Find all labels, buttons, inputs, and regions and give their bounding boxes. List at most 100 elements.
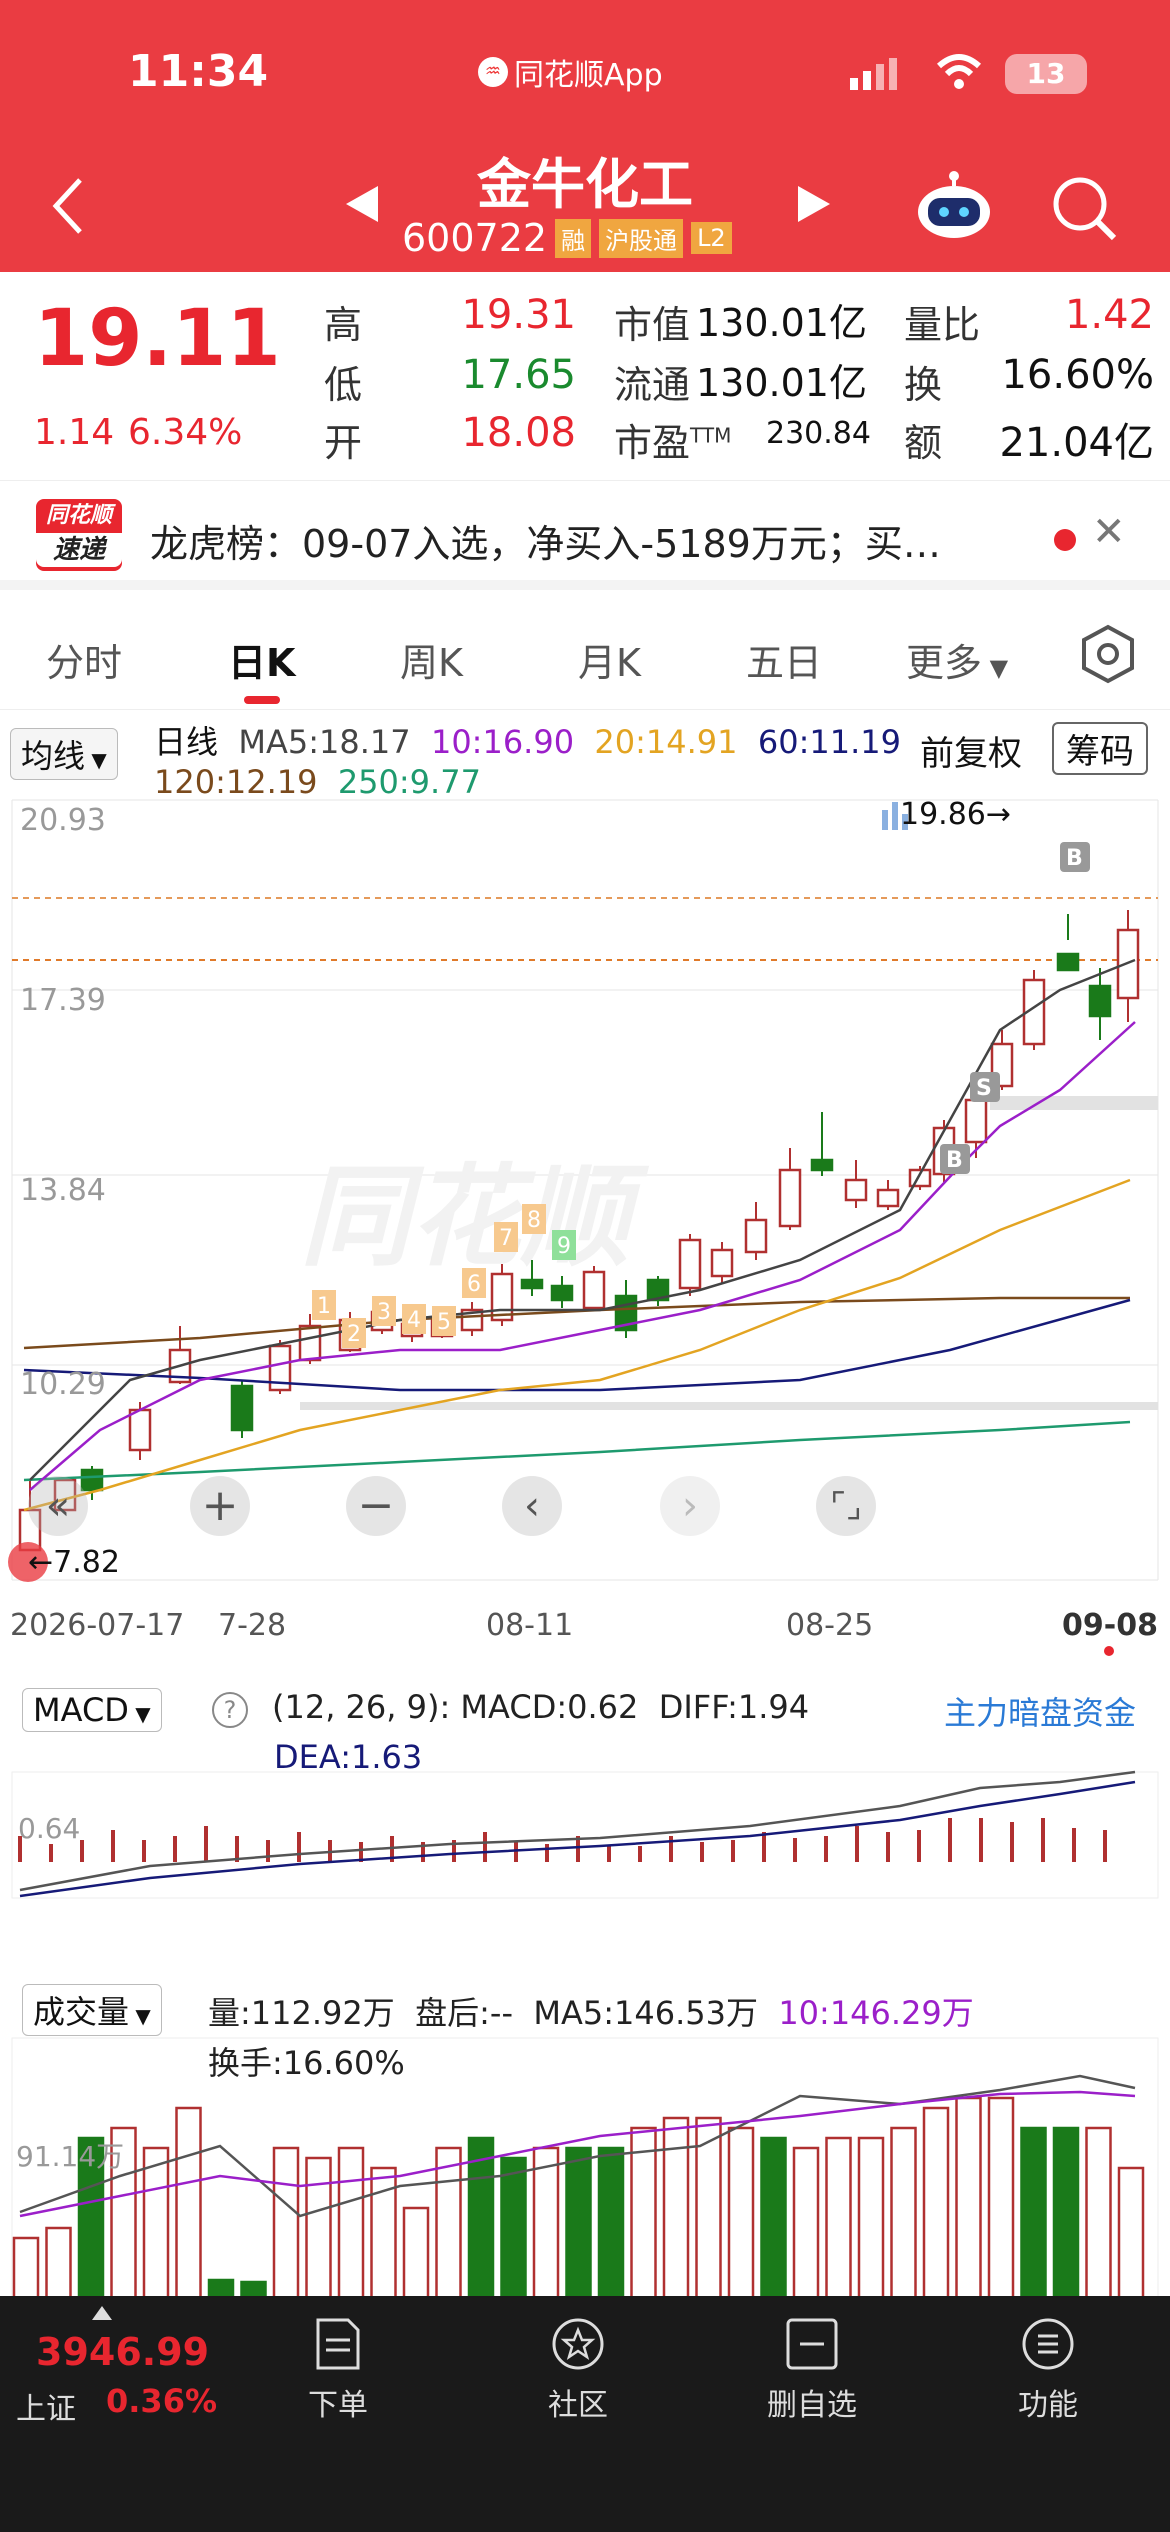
tab-indicator <box>244 696 280 704</box>
tab-monthly[interactable]: 月K <box>578 632 641 687</box>
pan-left-icon[interactable]: ‹ <box>502 1476 562 1536</box>
turn-value: 16.60% <box>1001 352 1154 398</box>
volume-bar <box>435 2146 462 2300</box>
pe-value: 230.84 <box>766 416 871 451</box>
candle <box>778 1168 802 1228</box>
date-label-4: 08-25 <box>786 1608 874 1643</box>
candle <box>876 1188 900 1208</box>
svg-text:同花顺: 同花顺 <box>300 1153 650 1281</box>
tab-more[interactable]: 更多 ▼ <box>906 632 1008 687</box>
close-icon[interactable]: ✕ <box>1092 509 1126 555</box>
community-button[interactable]: 社区 <box>518 2316 638 2424</box>
y-label-3: 13.84 <box>20 1173 106 1208</box>
ma-selector[interactable]: 均线 ▼ <box>10 728 118 780</box>
volume-bar <box>662 2116 690 2300</box>
stock-name: 金牛化工 <box>477 153 693 216</box>
date-label-1: 2026-07-17 <box>10 1608 185 1643</box>
candle <box>550 1284 574 1302</box>
pan-right-icon[interactable]: › <box>660 1476 720 1536</box>
fullscreen-icon[interactable]: ⌜⌟ <box>816 1476 876 1536</box>
seq-1: 1 <box>317 1294 331 1319</box>
adjust-mode[interactable]: 前复权 <box>920 726 1022 775</box>
volume-bar <box>727 2126 755 2300</box>
tab-5day[interactable]: 五日 <box>746 632 822 687</box>
chips-button[interactable]: 筹码 <box>1052 722 1148 775</box>
status-app: ♒ 同花顺App <box>478 50 663 94</box>
macd-chart[interactable]: 0.64 <box>0 1770 1170 1900</box>
volume-bar <box>987 2096 1015 2300</box>
y-label-4: 10.29 <box>20 1367 106 1402</box>
volume-chart[interactable]: 91.14万 <box>0 2036 1170 2302</box>
remove-watchlist-button[interactable]: 删自选 <box>752 2316 872 2424</box>
max-label: 19.86→ <box>900 797 1011 832</box>
order-button[interactable]: 下单 <box>278 2316 398 2424</box>
volume-values: 量:112.92万 盘后:-- MA5:146.53万 10:146.29万 <box>208 1994 974 2032</box>
volume-bar <box>532 2146 560 2300</box>
vr-value: 1.42 <box>1064 292 1154 338</box>
seq-5: 5 <box>437 1310 451 1335</box>
candle <box>128 1408 152 1452</box>
tag-margin: 融 <box>555 218 592 258</box>
kline-area: 均线 ▼ 日线 MA5:18.17 10:16.90 20:14.91 60:1… <box>0 712 1170 2301</box>
scroll-left-icon[interactable]: « <box>28 1476 88 1536</box>
tag-connect: 沪股通 <box>599 218 684 258</box>
open-value: 18.08 <box>461 410 576 456</box>
search-icon[interactable] <box>1050 174 1120 248</box>
turn-label: 换 <box>904 363 943 407</box>
volume-bar <box>1020 2126 1047 2300</box>
volume-bar <box>1052 2126 1080 2300</box>
volume-bar <box>597 2146 625 2300</box>
volume-bar <box>565 2146 592 2300</box>
amt-label: 额 <box>904 421 943 465</box>
volume-bar <box>890 2126 917 2300</box>
seq-7: 7 <box>499 1226 513 1251</box>
seq-6: 6 <box>467 1272 481 1297</box>
news-ticker[interactable]: 同花顺 速递 龙虎榜：09-07入选，净买入-5189万元；买… ✕ <box>0 480 1170 590</box>
candle <box>230 1384 254 1432</box>
news-text[interactable]: 龙虎榜：09-07入选，净买入-5189万元；买… <box>150 513 1030 568</box>
zoom-in-icon[interactable]: + <box>190 1476 250 1536</box>
candle <box>298 1324 322 1362</box>
change: 1.14 <box>34 412 115 453</box>
candle <box>582 1270 606 1310</box>
volume-bar <box>792 2146 820 2300</box>
index-value[interactable]: 3946.99 <box>36 2330 209 2374</box>
seq-9: 9 <box>557 1234 571 1259</box>
wifi-icon <box>935 52 983 96</box>
volume-bar <box>45 2226 72 2300</box>
candle <box>1088 984 1112 1018</box>
settings-hex-icon[interactable] <box>1080 624 1136 688</box>
volume-bar <box>175 2106 202 2300</box>
high-value: 19.31 <box>461 292 576 338</box>
index-name: 上证 <box>16 2392 76 2427</box>
help-icon[interactable]: ? <box>212 1692 248 1728</box>
low-label: 低 <box>324 363 363 407</box>
tab-weekly[interactable]: 周K <box>400 632 463 687</box>
robot-icon[interactable] <box>914 170 994 244</box>
volume-selector[interactable]: 成交量 ▼ <box>22 1984 162 2036</box>
volume-bar <box>922 2106 950 2300</box>
period-tabs: 分时 日K 周K 月K 五日 更多 ▼ <box>0 600 1170 710</box>
macd-selector[interactable]: MACD ▼ <box>22 1688 162 1732</box>
expand-icon[interactable] <box>92 2306 112 2320</box>
mcap-label: 市值 <box>614 303 691 347</box>
function-button[interactable]: 功能 <box>988 2316 1108 2424</box>
candle <box>744 1218 768 1254</box>
zoom-out-icon[interactable]: − <box>346 1476 406 1536</box>
quote-panel: 19.11 1.14 6.34% 高 19.31 低 17.65 开 18.08… <box>0 272 1170 477</box>
minus-square-icon <box>786 2318 838 2370</box>
volume-bar <box>825 2136 852 2300</box>
candle <box>1056 952 1080 972</box>
volume-bar <box>857 2136 885 2300</box>
fund-link[interactable]: 主力暗盘资金 <box>944 1688 1136 1734</box>
volume-bar <box>500 2156 527 2300</box>
tab-daily[interactable]: 日K <box>228 632 295 687</box>
pe-label: 市盈TTM <box>614 421 732 465</box>
stock-code: 600722 <box>402 216 548 260</box>
volume-bar <box>1117 2166 1145 2300</box>
tab-intraday[interactable]: 分时 <box>46 632 122 687</box>
next-stock-icon[interactable] <box>796 184 832 228</box>
candle <box>810 1158 834 1172</box>
order-icon <box>316 2318 360 2370</box>
seq-2: 2 <box>347 1322 361 1347</box>
